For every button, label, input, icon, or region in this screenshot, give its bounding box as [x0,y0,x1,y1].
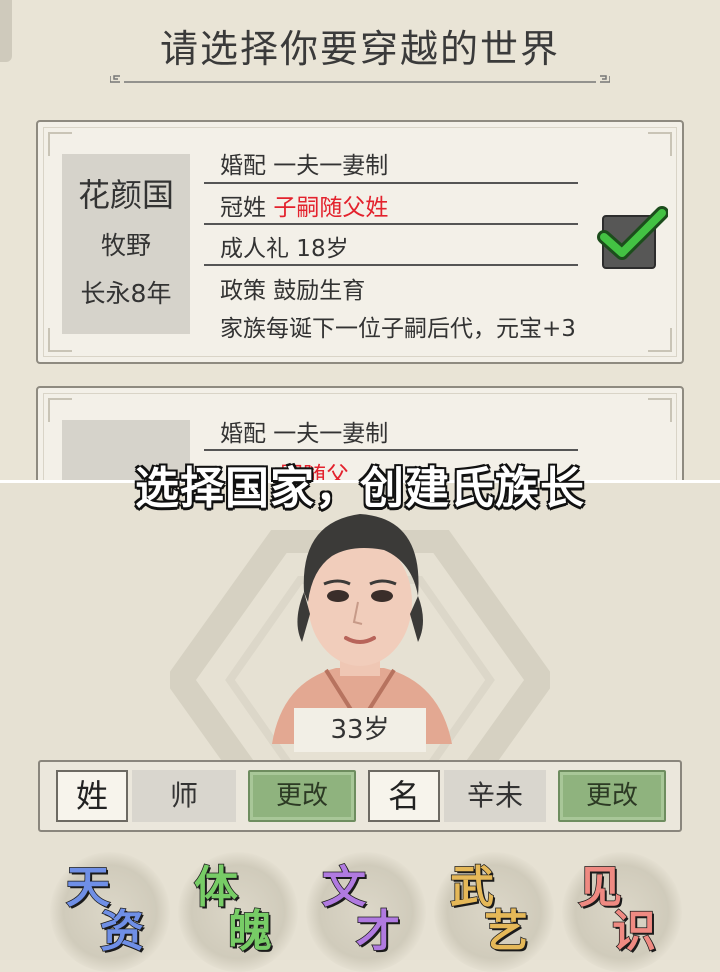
change-surname-button[interactable]: 更改 [248,770,356,822]
card-corner [48,132,72,156]
country-name: 花颜国 [77,176,174,214]
row-divider [204,182,578,184]
attribute-char: 艺 [483,906,529,957]
attribute-char: 识 [611,906,657,957]
card-corner [648,132,672,156]
row-divider [204,449,578,451]
card-corner [648,398,672,422]
attribute-char: 见 [577,862,623,913]
world-selection-panel: 请选择你要穿越的世界 花颜国 牧野 长永8年 婚配 一夫一妻制 冠姓 子嗣随父姓… [0,0,720,482]
attribute-martial[interactable]: 武 艺 [434,852,554,972]
promo-banner: 选择国家，创建氏族长 [134,462,585,515]
row-divider [204,264,578,266]
card-corner [648,328,672,352]
attribute-char: 文 [321,862,367,913]
marriage-rule: 婚配 一夫一妻制 [220,421,389,447]
policy-rule: 政策 鼓励生育 [220,278,366,304]
country-info-box: 花颜国 牧野 长永8年 [62,154,190,334]
title-divider [110,75,610,83]
marriage-rule: 婚配 一夫一妻制 [220,153,389,179]
given-name-label: 名 [368,770,440,822]
policy-detail: 家族每诞下一位子嗣后代，元宝+3 [220,316,576,342]
attribute-char: 魄 [227,906,273,957]
attribute-row: 天 资 体 魄 文 才 武 艺 见 识 [0,852,720,972]
character-age: 33岁 [294,708,426,752]
attribute-physique[interactable]: 体 魄 [178,852,298,972]
surname-rule-label: 冠姓 [220,195,266,221]
select-checkbox[interactable] [597,206,668,269]
row-divider [204,223,578,225]
surname-label: 姓 [56,770,128,822]
coming-of-age-rule: 成人礼 18岁 [220,236,349,262]
attribute-char: 天 [65,862,111,913]
character-portrait[interactable] [252,492,468,744]
change-given-name-button[interactable]: 更改 [558,770,666,822]
surname-value: 师 [132,770,236,822]
attribute-literary[interactable]: 文 才 [306,852,426,972]
surname-rule: 冠姓 子嗣随父姓 [220,188,388,222]
world-card-huayan[interactable]: 花颜国 牧野 长永8年 婚配 一夫一妻制 冠姓 子嗣随父姓 成人礼 18岁 政策… [36,120,684,364]
attribute-char: 才 [355,906,401,957]
attribute-char: 资 [99,906,145,957]
page-title: 请选择你要穿越的世界 [159,27,560,71]
card-corner [48,398,72,422]
surname-rule-value: 子嗣随父姓 [273,195,389,221]
country-era: 长永8年 [80,279,172,308]
country-region: 牧野 [100,231,151,260]
given-name-value: 辛未 [444,770,546,822]
attribute-char: 武 [449,862,495,913]
attribute-char: 体 [193,862,239,913]
attribute-knowledge[interactable]: 见 识 [562,852,682,972]
name-editor-bar: 姓 师 更改 名 辛未 更改 [38,760,682,832]
attribute-talent[interactable]: 天 资 [50,852,170,972]
checkmark-icon [597,206,668,260]
